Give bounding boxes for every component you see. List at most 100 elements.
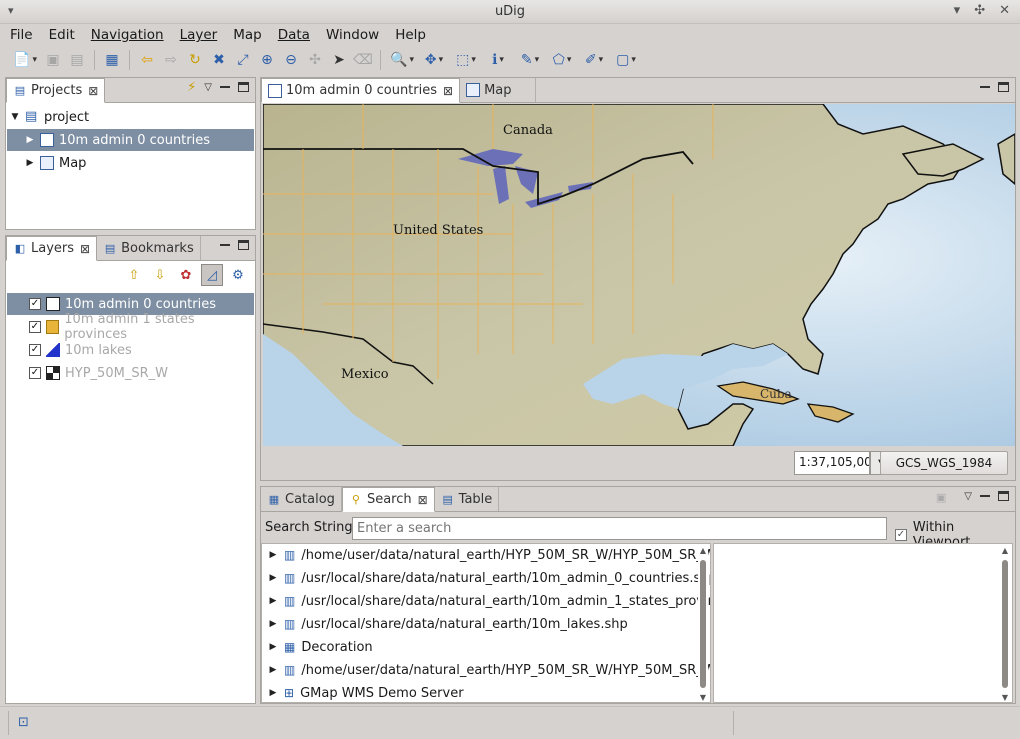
window-menu-icon[interactable]: ▾ bbox=[8, 4, 14, 17]
minimize-panel-icon[interactable] bbox=[980, 86, 990, 96]
tab-search[interactable]: ⚲ Search ⊠ bbox=[341, 487, 435, 512]
edit-tool-icon[interactable]: ✎ bbox=[515, 49, 545, 71]
within-viewport-checkbox[interactable]: ✓ bbox=[895, 529, 907, 541]
zoom-tool-icon[interactable]: 🔍 bbox=[387, 49, 417, 71]
layer-properties-icon[interactable]: ⚙ bbox=[227, 264, 249, 286]
list-item[interactable]: ▶ ▥ /usr/local/share/data/natural_earth/… bbox=[268, 613, 628, 635]
next-icon[interactable]: ➤ bbox=[328, 49, 350, 71]
menu-edit[interactable]: Edit bbox=[43, 27, 81, 43]
show-legend-icon[interactable]: ◿ bbox=[201, 264, 223, 286]
layer-row-hyp-50m-sr-w[interactable]: ✓ HYP_50M_SR_W bbox=[7, 362, 168, 384]
close-icon[interactable]: ⊠ bbox=[418, 493, 428, 507]
layer-visibility-checkbox[interactable]: ✓ bbox=[29, 321, 41, 333]
list-item[interactable]: ▶ ▥ /usr/local/share/data/natural_earth/… bbox=[268, 590, 710, 612]
add-layer-icon[interactable]: ▦ bbox=[101, 49, 123, 71]
close-window-icon[interactable]: ✕ bbox=[999, 3, 1010, 18]
back-icon[interactable]: ⇦ bbox=[136, 49, 158, 71]
expanded-arrow-icon[interactable]: ▼ bbox=[10, 112, 20, 122]
collapsed-arrow-icon[interactable]: ▶ bbox=[268, 550, 278, 560]
info-tool-icon[interactable]: ℹ bbox=[483, 49, 513, 71]
eraser-icon[interactable]: ⌫ bbox=[352, 49, 374, 71]
search-input[interactable] bbox=[352, 517, 887, 540]
close-icon[interactable]: ⊠ bbox=[80, 242, 90, 256]
collapsed-arrow-icon[interactable]: ▶ bbox=[268, 688, 278, 698]
map-canvas[interactable]: Canada United States Mexico Cuba bbox=[263, 104, 1015, 446]
tree-item-project[interactable]: ▼ ▤ project bbox=[10, 106, 90, 128]
zoom-out-icon[interactable]: ⊖ bbox=[280, 49, 302, 71]
minimize-window-icon[interactable]: ▾ bbox=[954, 3, 961, 18]
menu-layer[interactable]: Layer bbox=[174, 27, 224, 43]
new-wizard-icon[interactable]: 📄 bbox=[10, 49, 40, 71]
restore-window-icon[interactable]: ✣ bbox=[974, 3, 985, 18]
layer-row-10m-lakes[interactable]: ✓ 10m lakes bbox=[7, 339, 132, 361]
view-menu-icon[interactable]: ▽ bbox=[964, 491, 972, 505]
style-palette-icon[interactable]: ✿ bbox=[175, 264, 197, 286]
close-icon[interactable]: ⊠ bbox=[88, 84, 98, 98]
layer-visibility-checkbox[interactable]: ✓ bbox=[29, 344, 41, 356]
tab-bookmarks[interactable]: ▤ Bookmarks bbox=[97, 236, 201, 260]
list-item[interactable]: ▶ ▦ Decoration bbox=[268, 636, 373, 658]
style-tool-icon[interactable]: ▢ bbox=[611, 49, 641, 71]
create-feature-tool-icon[interactable]: ⬠ bbox=[547, 49, 577, 71]
scroll-up-icon[interactable]: ▲ bbox=[1000, 546, 1010, 555]
tab-table[interactable]: ▤ Table bbox=[435, 487, 500, 511]
tab-map-10m-admin-0-countries[interactable]: 10m admin 0 countries ⊠ bbox=[261, 78, 461, 103]
menu-file[interactable]: File bbox=[4, 27, 39, 43]
menu-data[interactable]: Data bbox=[272, 27, 316, 43]
layer-visibility-checkbox[interactable]: ✓ bbox=[29, 367, 41, 379]
maximize-panel-icon[interactable] bbox=[998, 82, 1009, 92]
collapsed-arrow-icon[interactable]: ▶ bbox=[268, 665, 278, 675]
menu-navigation[interactable]: Navigation bbox=[85, 27, 170, 43]
list-item[interactable]: ▶ ▥ /home/user/data/natural_earth/HYP_50… bbox=[268, 544, 710, 566]
tree-item-map[interactable]: ▶ Map bbox=[7, 152, 87, 174]
link-icon[interactable]: ⚡ bbox=[187, 80, 196, 96]
tab-projects[interactable]: ▤ Projects ⊠ bbox=[6, 78, 106, 103]
results-scrollbar[interactable]: ▲ ▼ bbox=[698, 546, 708, 702]
scrollbar-thumb[interactable] bbox=[700, 560, 706, 688]
menu-help[interactable]: Help bbox=[389, 27, 432, 43]
crs-button[interactable]: GCS_WGS_1984 bbox=[880, 451, 1008, 475]
menu-window[interactable]: Window bbox=[320, 27, 385, 43]
collapsed-arrow-icon[interactable]: ▶ bbox=[268, 573, 278, 583]
selection-tool-icon[interactable]: ⬚ bbox=[451, 49, 481, 71]
collapsed-arrow-icon[interactable]: ▶ bbox=[25, 158, 35, 168]
minimize-panel-icon[interactable] bbox=[220, 244, 230, 254]
list-item[interactable]: ▶ ▥ /home/user/data/natural_earth/HYP_50… bbox=[268, 659, 710, 681]
tab-map[interactable]: Map bbox=[460, 78, 537, 102]
scroll-down-icon[interactable]: ▼ bbox=[1000, 693, 1010, 702]
pan-tool-icon[interactable]: ✥ bbox=[419, 49, 449, 71]
collapsed-arrow-icon[interactable]: ▶ bbox=[268, 642, 278, 652]
layer-visibility-checkbox[interactable]: ✓ bbox=[29, 298, 41, 310]
minimize-panel-icon[interactable] bbox=[220, 86, 230, 96]
tab-catalog[interactable]: ▦ Catalog bbox=[261, 487, 342, 511]
stop-icon[interactable]: ✖ bbox=[208, 49, 230, 71]
maximize-panel-icon[interactable] bbox=[238, 82, 249, 92]
zoom-in-icon[interactable]: ⊕ bbox=[256, 49, 278, 71]
scrollbar-thumb[interactable] bbox=[1002, 560, 1008, 688]
scroll-down-icon[interactable]: ▼ bbox=[698, 693, 708, 702]
tree-item-10m-admin-0-countries[interactable]: ▶ 10m admin 0 countries bbox=[7, 129, 254, 151]
stop-search-icon[interactable]: ▣ bbox=[936, 491, 946, 505]
menu-map[interactable]: Map bbox=[227, 27, 268, 43]
maximize-panel-icon[interactable] bbox=[238, 240, 249, 250]
maximize-panel-icon[interactable] bbox=[998, 491, 1009, 501]
fast-view-icon[interactable]: ⊡ bbox=[18, 715, 29, 730]
collapsed-arrow-icon[interactable]: ▶ bbox=[268, 596, 278, 606]
close-icon[interactable]: ⊠ bbox=[443, 84, 453, 98]
collapsed-arrow-icon[interactable]: ▶ bbox=[25, 135, 35, 145]
list-item[interactable]: ▶ ⊞ GMap WMS Demo Server bbox=[268, 682, 464, 702]
move-up-icon[interactable]: ⇧ bbox=[123, 264, 145, 286]
zoom-extent-icon[interactable]: ⤢ bbox=[232, 49, 254, 71]
scroll-up-icon[interactable]: ▲ bbox=[698, 546, 708, 555]
save-all-icon[interactable]: ▤ bbox=[66, 49, 88, 71]
save-icon[interactable]: ▣ bbox=[42, 49, 64, 71]
view-menu-icon[interactable]: ▽ bbox=[204, 82, 212, 96]
details-scrollbar[interactable]: ▲ ▼ bbox=[1000, 546, 1010, 702]
scale-combo[interactable]: 1:37,105,000 bbox=[794, 451, 870, 475]
search-results-tree[interactable]: ▶ ▥ /home/user/data/natural_earth/HYP_50… bbox=[261, 543, 711, 703]
move-down-icon[interactable]: ⇩ bbox=[149, 264, 171, 286]
zoom-selection-icon[interactable]: ✣ bbox=[304, 49, 326, 71]
list-item[interactable]: ▶ ▥ /usr/local/share/data/natural_earth/… bbox=[268, 567, 710, 589]
collapsed-arrow-icon[interactable]: ▶ bbox=[268, 619, 278, 629]
refresh-icon[interactable]: ↻ bbox=[184, 49, 206, 71]
